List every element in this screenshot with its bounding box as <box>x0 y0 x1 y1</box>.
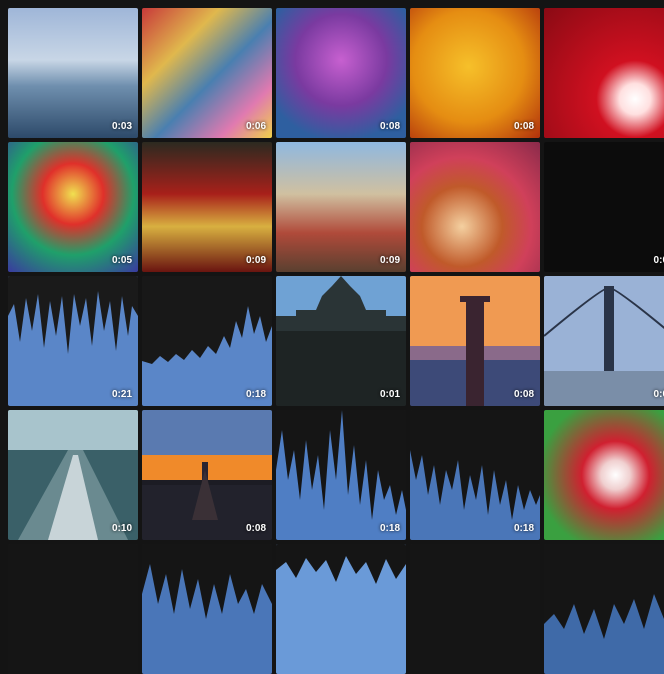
duration-label: 0:09 <box>379 255 400 266</box>
duration-label: 0:08 <box>513 121 534 132</box>
media-tile-19[interactable]: 0:18 <box>410 410 540 540</box>
thumbnail <box>410 8 540 138</box>
media-tile-6[interactable]: 0:05 <box>8 142 138 272</box>
media-tile-24[interactable] <box>410 544 540 674</box>
thumbnail <box>142 8 272 138</box>
media-tile-18[interactable]: 0:18 <box>276 410 406 540</box>
media-tile-21[interactable] <box>8 544 138 674</box>
media-tile-15[interactable]: 0:0 <box>544 276 664 406</box>
duration-label: 0:08 <box>513 389 534 400</box>
media-tile-4[interactable]: 0:08 <box>410 8 540 138</box>
waveform-thumbnail <box>276 544 406 674</box>
waveform-thumbnail <box>142 276 272 406</box>
thumbnail <box>544 8 664 138</box>
media-tile-9[interactable] <box>410 142 540 272</box>
sunset-thumbnail <box>142 410 272 540</box>
media-tile-13[interactable]: 0:01 <box>276 276 406 406</box>
thumbnail <box>544 142 664 272</box>
media-grid: 0:03 0:06 0:08 0:08 0:05 0:09 0:09 0:0 0… <box>8 8 664 674</box>
media-tile-22[interactable] <box>142 544 272 674</box>
media-tile-8[interactable]: 0:09 <box>276 142 406 272</box>
thumbnail <box>410 544 540 674</box>
media-tile-17[interactable]: 0:08 <box>142 410 272 540</box>
waveform-thumbnail <box>142 544 272 674</box>
duration-label: 0:08 <box>245 523 266 534</box>
duration-label: 0:21 <box>111 389 132 400</box>
duration-label: 0:05 <box>111 255 132 266</box>
duration-label: 0:18 <box>379 523 400 534</box>
media-tile-16[interactable]: 0:10 <box>8 410 138 540</box>
waveform-thumbnail <box>8 276 138 406</box>
media-tile-23[interactable] <box>276 544 406 674</box>
media-tile-1[interactable]: 0:03 <box>8 8 138 138</box>
duration-label: 0:18 <box>245 389 266 400</box>
media-tile-5[interactable] <box>544 8 664 138</box>
waveform-thumbnail <box>276 410 406 540</box>
media-tile-25[interactable] <box>544 544 664 674</box>
bridge-thumbnail <box>544 276 664 406</box>
duration-label: 0:08 <box>379 121 400 132</box>
duration-label: 0:03 <box>111 121 132 132</box>
thumbnail <box>276 142 406 272</box>
thumbnail <box>142 142 272 272</box>
thumbnail <box>544 410 664 540</box>
landmark-thumbnail <box>276 276 406 406</box>
media-tile-2[interactable]: 0:06 <box>142 8 272 138</box>
duration-label: 0:06 <box>245 121 266 132</box>
media-tile-20[interactable] <box>544 410 664 540</box>
waveform-thumbnail <box>410 410 540 540</box>
waveform-thumbnail <box>544 544 664 674</box>
tower-thumbnail <box>410 276 540 406</box>
media-tile-7[interactable]: 0:09 <box>142 142 272 272</box>
duration-label: 0:01 <box>379 389 400 400</box>
thumbnail <box>276 8 406 138</box>
duration-label: 0:09 <box>245 255 266 266</box>
thumbnail <box>8 8 138 138</box>
thumbnail <box>8 544 138 674</box>
city-aerial-thumbnail <box>8 410 138 540</box>
duration-label: 0:10 <box>111 523 132 534</box>
media-tile-14[interactable]: 0:08 <box>410 276 540 406</box>
duration-label: 0:0 <box>653 389 664 400</box>
thumbnail <box>410 142 540 272</box>
thumbnail <box>8 142 138 272</box>
media-tile-3[interactable]: 0:08 <box>276 8 406 138</box>
media-tile-10[interactable]: 0:0 <box>544 142 664 272</box>
duration-label: 0:0 <box>653 255 664 266</box>
duration-label: 0:18 <box>513 523 534 534</box>
media-tile-11[interactable]: 0:21 <box>8 276 138 406</box>
media-tile-12[interactable]: 0:18 <box>142 276 272 406</box>
